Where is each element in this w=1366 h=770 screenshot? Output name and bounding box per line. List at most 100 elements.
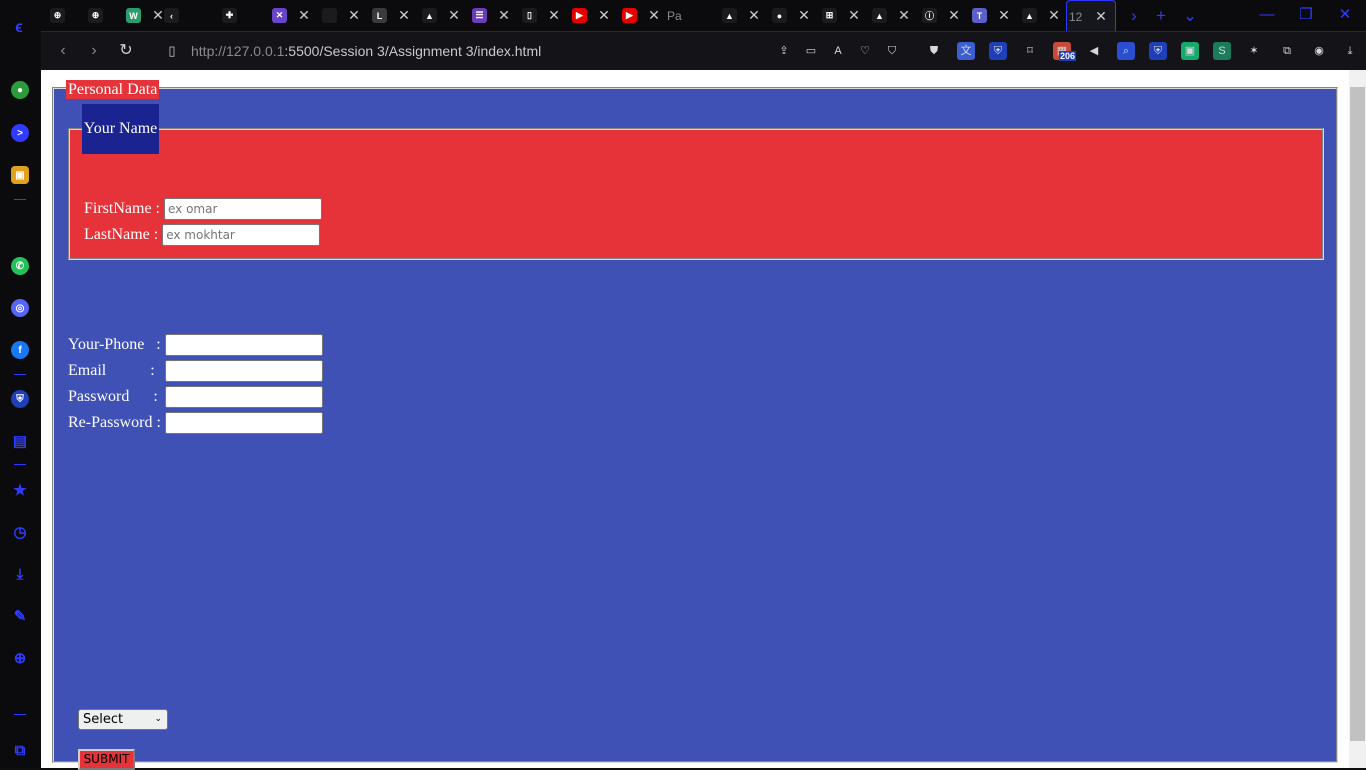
first-name-row: FirstName :: [84, 198, 322, 220]
tab-close-icon[interactable]: ✕: [496, 7, 512, 23]
language-icon[interactable]: 文: [957, 42, 975, 60]
sidebar-whatsapp-icon[interactable]: ✆: [11, 257, 29, 275]
profile-icon[interactable]: ◉: [1310, 42, 1328, 60]
browser-tab[interactable]: ✚: [220, 0, 270, 31]
browser-tab[interactable]: ▲ ✕: [1020, 0, 1070, 31]
browser-tab[interactable]: ▶ ✕: [570, 0, 620, 31]
select-dropdown[interactable]: Select ⌄: [78, 709, 168, 730]
chevron-down-icon: ⌄: [154, 714, 162, 724]
page-text-icon: Pa: [667, 8, 682, 23]
forward-button[interactable]: ›: [85, 42, 103, 60]
tab-close-icon[interactable]: ✕: [946, 7, 962, 23]
phone-input[interactable]: [165, 334, 323, 356]
google-drive-icon: ▲: [872, 8, 887, 23]
browser-tab[interactable]: T ✕: [970, 0, 1020, 31]
sidebar-chat-app-icon[interactable]: ▣: [11, 166, 29, 184]
repassword-row: Re-Password :: [68, 412, 323, 434]
translate-icon[interactable]: A: [829, 42, 847, 60]
heart-icon[interactable]: ♡: [856, 42, 874, 60]
tab-close-icon[interactable]: ✕: [396, 7, 412, 23]
volume-icon[interactable]: ◀: [1085, 42, 1103, 60]
sidebar-download-icon[interactable]: ⤓: [11, 565, 29, 583]
browser-logo-icon[interactable]: ϵ: [10, 19, 28, 37]
sidebar-terminal-icon[interactable]: >: [11, 124, 29, 142]
bitwarden-icon[interactable]: ⛨: [989, 42, 1007, 60]
download-icon[interactable]: ⤓: [1341, 42, 1359, 60]
tab-close-icon[interactable]: ✕: [796, 7, 812, 23]
browser-tab[interactable]: ⓘ ✕: [920, 0, 970, 31]
tab-close-icon[interactable]: ✕: [896, 7, 912, 23]
shield-check-icon[interactable]: ⛊: [925, 42, 943, 60]
mouse-icon[interactable]: ⌑: [1021, 42, 1039, 60]
your-name-legend: Your Name: [82, 104, 159, 154]
screen-capture-icon[interactable]: ▭: [802, 42, 820, 60]
tab-close-icon[interactable]: ✕: [646, 7, 662, 23]
browser-tab[interactable]: ⊞ ✕: [820, 0, 870, 31]
reload-button[interactable]: ↻: [117, 42, 135, 60]
sidebar-extensions-icon[interactable]: ⧉: [11, 741, 29, 759]
tab-close-icon[interactable]: ✕: [346, 7, 362, 23]
back-button[interactable]: ‹: [54, 42, 72, 60]
ai-icon: ✚: [222, 8, 237, 23]
sidebar-contacts-icon[interactable]: ●: [11, 81, 29, 99]
tab-scroll-right-icon[interactable]: ›: [1124, 6, 1144, 26]
extensions-icon[interactable]: ⧉: [1278, 42, 1296, 60]
tab-close-icon[interactable]: ✕: [296, 7, 312, 23]
sidebar-briefcase-icon[interactable]: ▤: [11, 432, 29, 450]
sidebar-discord-icon[interactable]: ◎: [11, 299, 29, 317]
url-host: http://127.0.0.1: [191, 43, 285, 59]
page-info-icon[interactable]: ▯: [163, 42, 181, 60]
stylus-icon[interactable]: S: [1213, 42, 1231, 60]
browser-tab[interactable]: ▲ ✕: [420, 0, 470, 31]
first-name-input[interactable]: [164, 198, 322, 220]
minimize-button[interactable]: —: [1252, 4, 1282, 26]
browser-tab[interactable]: ▶ ✕: [620, 0, 670, 31]
browser-tab[interactable]: Pa: [665, 0, 715, 31]
calendar-badge-icon[interactable]: ▦206: [1053, 42, 1077, 61]
globe-icon: ⊕: [88, 8, 103, 23]
active-tab[interactable]: 12 ✕: [1066, 0, 1116, 31]
browser-tab[interactable]: ☰ ✕: [470, 0, 520, 31]
tab-list-icon[interactable]: ⌄: [1180, 6, 1200, 26]
tab-close-icon[interactable]: ✕: [846, 7, 862, 23]
restore-button[interactable]: ❐: [1291, 4, 1321, 26]
sidebar-facebook-icon[interactable]: f: [11, 341, 29, 359]
sidebar-pen-icon[interactable]: ✎: [11, 607, 29, 625]
address-bar[interactable]: http://127.0.0.1:5500/Session 3/Assignme…: [191, 42, 541, 60]
browser-tab[interactable]: ▲ ✕: [720, 0, 770, 31]
sidebar-star-icon[interactable]: ★: [11, 481, 29, 499]
browser-tab[interactable]: ‹: [162, 0, 212, 31]
tab-close-icon[interactable]: ✕: [546, 7, 562, 23]
browser-tab[interactable]: ✕ ✕: [270, 0, 320, 31]
tab-close-icon[interactable]: ✕: [1093, 8, 1109, 24]
email-input[interactable]: [165, 360, 323, 382]
new-tab-button[interactable]: +: [1151, 6, 1171, 26]
tab-close-icon[interactable]: ✕: [996, 7, 1012, 23]
password-input[interactable]: [165, 386, 323, 408]
last-name-input[interactable]: [162, 224, 321, 246]
save-icon[interactable]: ▣: [1181, 42, 1199, 60]
repassword-input[interactable]: [165, 412, 323, 434]
page-scrollbar[interactable]: [1349, 70, 1366, 768]
browser-tab[interactable]: ▯ ✕: [520, 0, 570, 31]
browser-tab[interactable]: L ✕: [370, 0, 420, 31]
tab-close-icon[interactable]: ✕: [1046, 7, 1062, 23]
share-icon[interactable]: ⇪: [775, 42, 793, 60]
sidebar-history-icon[interactable]: ◷: [11, 523, 29, 541]
browser-tab[interactable]: ✕: [320, 0, 370, 31]
tab-close-icon[interactable]: ✕: [596, 7, 612, 23]
sidebar-globe-icon[interactable]: ⊕: [11, 649, 29, 667]
submit-button[interactable]: SUBMIT: [78, 749, 135, 770]
bitwarden-icon[interactable]: ⛨: [1149, 42, 1167, 60]
browser-tab[interactable]: ● ✕: [770, 0, 820, 31]
shield-icon[interactable]: ⛉: [883, 42, 901, 60]
close-window-button[interactable]: ✕: [1330, 4, 1360, 26]
browser-tab[interactable]: ▲ ✕: [870, 0, 920, 31]
image-icon[interactable]: ✶: [1245, 42, 1263, 60]
search-extension-icon[interactable]: ⌕: [1117, 42, 1135, 60]
sidebar-bitwarden-icon[interactable]: ⛨: [11, 390, 29, 408]
tab-close-icon[interactable]: ✕: [746, 7, 762, 23]
tab-close-icon[interactable]: ✕: [446, 7, 462, 23]
teams-icon: T: [972, 8, 987, 23]
scrollbar-thumb[interactable]: [1350, 87, 1365, 741]
